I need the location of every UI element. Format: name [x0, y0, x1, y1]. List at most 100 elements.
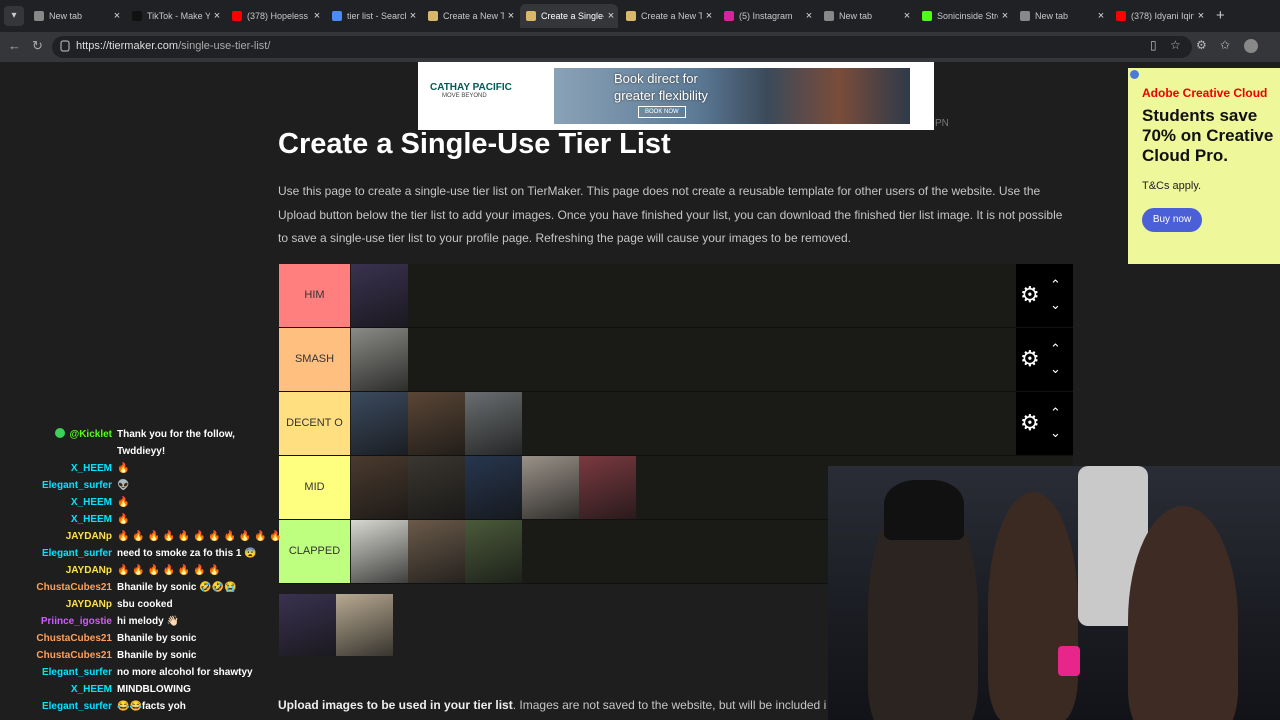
extensions-icon[interactable]: ⚙ — [1196, 38, 1207, 52]
chat-username-text: ChustaCubes21 — [36, 650, 112, 661]
tier-image[interactable] — [351, 456, 408, 519]
tier-label[interactable]: DECENT O — [279, 392, 350, 455]
chat-username-text: ChustaCubes21 — [36, 582, 112, 593]
tier-settings-gear-icon[interactable]: ⚙ — [1020, 283, 1040, 307]
tier-image[interactable] — [522, 456, 579, 519]
ad-banner-side[interactable]: Adobe Creative Cloud Students save 70% o… — [1128, 68, 1280, 264]
tab-close-icon[interactable]: × — [110, 10, 124, 22]
browser-tab[interactable]: New tab × — [1014, 4, 1108, 28]
ad-info-icon[interactable] — [1130, 70, 1139, 79]
chat-username[interactable]: Elegant_surfer — [42, 477, 112, 494]
ad-brand: CATHAY PACIFIC MOVE BEYOND — [430, 82, 512, 99]
unranked-image[interactable] — [336, 594, 393, 656]
chat-username-text: Elegant_surfer — [41, 480, 112, 491]
ad-book-now-button[interactable]: BOOK NOW — [638, 106, 686, 118]
tier-label[interactable]: MID — [279, 456, 350, 519]
move-tier-up-icon[interactable]: ⌃ — [1050, 278, 1061, 292]
chat-username[interactable]: X_HEEM — [71, 494, 112, 511]
move-tier-down-icon[interactable]: ⌄ — [1050, 426, 1061, 440]
tab-close-icon[interactable]: × — [998, 10, 1012, 22]
tier-image[interactable] — [465, 520, 522, 583]
tier-image[interactable] — [579, 456, 636, 519]
tier-image[interactable] — [408, 456, 465, 519]
browser-tab[interactable]: New tab × — [28, 4, 124, 28]
tab-close-icon[interactable]: × — [406, 10, 420, 22]
tier-image[interactable] — [351, 392, 408, 455]
move-tier-down-icon[interactable]: ⌄ — [1050, 362, 1061, 376]
chat-text: 🔥 — [117, 460, 129, 477]
chat-text: MINDBLOWING — [117, 681, 191, 698]
tab-close-icon[interactable]: × — [900, 10, 914, 22]
ad-label: PN — [935, 118, 949, 129]
unranked-image[interactable] — [279, 594, 336, 656]
tab-close-icon[interactable]: × — [1194, 10, 1208, 22]
tab-close-icon[interactable]: × — [802, 10, 816, 22]
reload-icon[interactable]: ↻ — [32, 38, 43, 54]
chat-username[interactable]: JAYDANp — [66, 562, 112, 579]
new-tab-button[interactable]: + — [1216, 7, 1225, 24]
chat-username[interactable]: JAYDANp — [66, 596, 112, 613]
chat-username[interactable]: Elegant_surfer — [42, 664, 112, 681]
tab-close-icon[interactable]: × — [604, 10, 618, 22]
browser-tab[interactable]: New tab × — [818, 4, 914, 28]
address-bar[interactable]: https://tiermaker.com/single-use-tier-li… — [52, 36, 1192, 58]
chat-username[interactable]: ChustaCubes21 — [36, 647, 112, 664]
chat-username[interactable]: ChustaCubes21 — [36, 630, 112, 647]
tab-close-icon[interactable]: × — [702, 10, 716, 22]
chat-username[interactable]: X_HEEM — [71, 511, 112, 528]
back-icon[interactable]: ← — [8, 38, 21, 53]
tab-close-icon[interactable]: × — [210, 10, 224, 22]
browser-tab[interactable]: (378) Idyani Iqiniso× — [1110, 4, 1208, 28]
chat-username[interactable]: X_HEEM — [71, 681, 112, 698]
tab-title: TikTok - Make Your Day — [147, 11, 210, 21]
favorites-icon[interactable]: ✩ — [1220, 38, 1230, 52]
chat-username[interactable]: ChustaCubes21 — [36, 579, 112, 596]
upload-instructions: Upload images to be used in your tier li… — [278, 698, 827, 712]
chat-text: 🔥 — [117, 494, 129, 511]
tier-label[interactable]: CLAPPED — [279, 520, 350, 583]
chat-username[interactable]: @Kicklet — [55, 426, 112, 443]
chat-username[interactable]: Elegant_surfer — [42, 698, 112, 715]
move-tier-up-icon[interactable]: ⌃ — [1050, 406, 1061, 420]
tier-image[interactable] — [351, 264, 408, 327]
tier-image[interactable] — [465, 392, 522, 455]
tier-label[interactable]: SMASH — [279, 328, 350, 391]
tier-image[interactable] — [465, 456, 522, 519]
page-title: Create a Single-Use Tier List — [278, 128, 671, 160]
tier-settings-gear-icon[interactable]: ⚙ — [1020, 347, 1040, 371]
bookmark-star-icon[interactable]: ☆ — [1170, 38, 1181, 52]
browser-tab[interactable]: Create a New Tier List× — [422, 4, 518, 28]
tier-label[interactable]: HIM — [279, 264, 350, 327]
chat-username[interactable]: Priince_igostie — [41, 613, 112, 630]
tab-close-icon[interactable]: × — [1094, 10, 1108, 22]
ad-banner-top[interactable]: CATHAY PACIFIC MOVE BEYOND Book direct fo… — [418, 62, 934, 130]
bot-badge-icon — [55, 428, 66, 438]
browser-tab[interactable]: TikTok - Make Your Day× — [126, 4, 224, 28]
tier-image[interactable] — [351, 520, 408, 583]
tier-settings-gear-icon[interactable]: ⚙ — [1020, 411, 1040, 435]
tab-title: Create a New Tier List — [641, 11, 702, 21]
tier-image[interactable] — [351, 328, 408, 391]
move-tier-up-icon[interactable]: ⌃ — [1050, 342, 1061, 356]
browser-tab[interactable]: (378) Hopeless × — [226, 4, 324, 28]
move-tier-down-icon[interactable]: ⌄ — [1050, 298, 1061, 312]
profile-avatar[interactable] — [1244, 39, 1258, 53]
browser-tab[interactable]: Sonicinside Streams× — [916, 4, 1012, 28]
browser-tab[interactable]: Create a Single-Use Tier List× — [520, 4, 618, 28]
site-info-icon[interactable] — [60, 40, 70, 52]
browser-tab[interactable]: (5) Instagram × — [718, 4, 816, 28]
chat-text: no more alcohol for shawtyy — [117, 664, 253, 681]
tab-favicon — [526, 11, 536, 21]
chat-username[interactable]: Elegant_surfer — [42, 545, 112, 562]
chat-username[interactable]: JAYDANp — [66, 528, 112, 545]
ad-buy-now-button[interactable]: Buy now — [1142, 208, 1202, 232]
reader-mode-icon[interactable]: ▯ — [1150, 38, 1157, 52]
tab-close-icon[interactable]: × — [504, 10, 518, 22]
chat-username[interactable]: X_HEEM — [71, 460, 112, 477]
tab-search-menu-icon[interactable]: ▾ — [4, 6, 24, 26]
tab-close-icon[interactable]: × — [310, 10, 324, 22]
browser-tab[interactable]: Create a New Tier List× — [620, 4, 716, 28]
browser-tab[interactable]: tier list - Search × — [326, 4, 420, 28]
tier-image[interactable] — [408, 520, 465, 583]
tier-image[interactable] — [408, 392, 465, 455]
